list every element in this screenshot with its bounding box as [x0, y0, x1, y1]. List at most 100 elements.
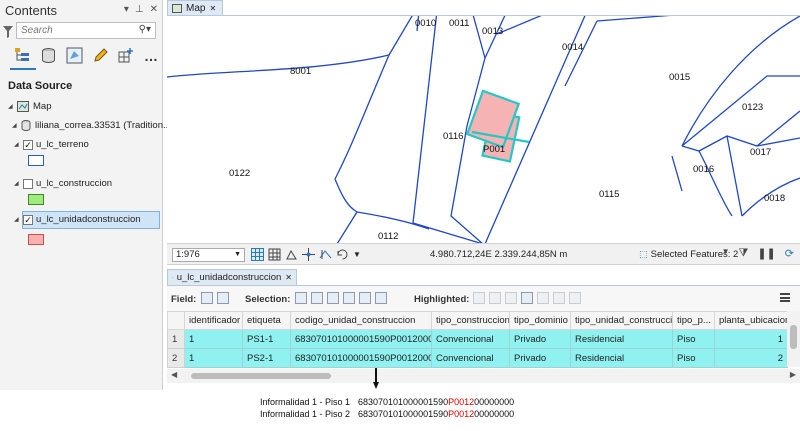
- chevron-down-icon[interactable]: ▼: [722, 247, 730, 260]
- table-grid-icon[interactable]: [268, 248, 281, 261]
- pane-options-icon[interactable]: ▾: [124, 4, 129, 15]
- more-icon[interactable]: …: [144, 48, 158, 64]
- pause-icon[interactable]: ❚❚: [757, 247, 775, 260]
- chevron-down-icon[interactable]: ▼: [234, 249, 241, 261]
- map-view[interactable]: 0010 0011 0013 8001 0014 0015 0123 0116 …: [167, 15, 800, 243]
- column-header[interactable]: tipo_construccion: [431, 311, 510, 330]
- highlight-switch-icon[interactable]: [505, 292, 517, 304]
- zoom-to-selection-icon[interactable]: [311, 292, 323, 304]
- tab-map[interactable]: Map ✕: [167, 0, 223, 15]
- layer-visibility-checkbox[interactable]: ✓: [23, 139, 33, 150]
- highlight-zoom-icon[interactable]: [473, 292, 485, 304]
- copy-selection-icon[interactable]: [375, 292, 387, 304]
- calculate-field-icon[interactable]: [217, 292, 229, 304]
- column-header[interactable]: etiqueta: [242, 311, 291, 330]
- table-cell[interactable]: Piso: [672, 348, 715, 368]
- layer-symbol-swatch[interactable]: [28, 194, 44, 205]
- connection-node[interactable]: ◢ liliana_correa.33531 (Tradition...: [12, 120, 171, 131]
- parcel-label: 0011: [449, 18, 469, 29]
- column-header[interactable]: tipo_dominio: [509, 311, 571, 330]
- collapse-triangle-icon[interactable]: ◢: [12, 122, 18, 129]
- layer-symbol-swatch[interactable]: [28, 234, 44, 245]
- tab-attribute-table[interactable]: u_lc_unidadconstruccion ✕: [167, 269, 297, 285]
- highlight-copy-icon[interactable]: [569, 292, 581, 304]
- snap-icon[interactable]: [285, 248, 298, 261]
- map-node[interactable]: ◢ Map: [8, 101, 51, 112]
- constraint-icon[interactable]: [319, 248, 332, 261]
- search-input[interactable]: Search ⚲▾: [16, 22, 156, 39]
- table-cell[interactable]: Convencional: [431, 348, 510, 368]
- list-by-drawing-order-icon[interactable]: [14, 47, 31, 64]
- refresh-mode-icon[interactable]: [336, 248, 349, 261]
- table-row[interactable]: 1 1 PS1-1 683070101000001590P00120000000…: [167, 329, 788, 349]
- collapse-triangle-icon[interactable]: ◢: [14, 141, 20, 148]
- collapse-triangle-icon[interactable]: ◢: [8, 103, 14, 110]
- layer-u-lc-unidadconstruccion[interactable]: ◢ ✓ u_lc_unidadconstruccion: [14, 214, 141, 225]
- row-number[interactable]: 1: [167, 329, 185, 349]
- row-number[interactable]: 2: [167, 348, 185, 368]
- pin-icon[interactable]: ⊥: [135, 4, 144, 15]
- layer-u-lc-construccion[interactable]: ◢ u_lc_construccion: [14, 178, 112, 189]
- vertical-scrollbar[interactable]: [787, 311, 800, 367]
- column-header[interactable]: identificador: [184, 311, 243, 330]
- list-by-selection-icon[interactable]: [66, 47, 83, 64]
- table-cell[interactable]: Convencional: [431, 329, 510, 349]
- scrollbar-thumb[interactable]: [790, 325, 797, 349]
- refresh-icon[interactable]: ⟳: [785, 247, 794, 260]
- highlight-pan-icon[interactable]: [489, 292, 501, 304]
- layer-visibility-checkbox[interactable]: [23, 178, 33, 189]
- connection-label: liliana_correa.33531 (Tradition...: [35, 120, 171, 131]
- table-cell[interactable]: 683070101000001590P001200000000: [290, 348, 432, 368]
- table-cell[interactable]: 683070101000001590P001200000000: [290, 329, 432, 349]
- table-cell[interactable]: Privado: [509, 348, 571, 368]
- column-header[interactable]: tipo_unidad_construcci...: [570, 311, 673, 330]
- highlight-unselect-icon[interactable]: [521, 292, 533, 304]
- scroll-left-icon[interactable]: ◀: [171, 370, 177, 379]
- table-cell[interactable]: Residencial: [570, 329, 673, 349]
- table-cell[interactable]: PS1-1: [242, 329, 291, 349]
- table-cell[interactable]: 1: [714, 329, 788, 349]
- close-icon[interactable]: ✕: [150, 4, 158, 15]
- filter-icon[interactable]: ⧩: [739, 247, 749, 260]
- chevron-down-icon[interactable]: ▼: [353, 248, 361, 261]
- table-cell[interactable]: 2: [714, 348, 788, 368]
- table-cell[interactable]: 1: [184, 348, 243, 368]
- close-icon[interactable]: ✕: [285, 273, 292, 282]
- layer-visibility-checkbox[interactable]: ✓: [23, 214, 33, 225]
- delete-selection-icon[interactable]: [359, 292, 371, 304]
- select-by-attributes-icon[interactable]: [295, 292, 307, 304]
- highlight-delete-icon[interactable]: [553, 292, 565, 304]
- close-icon[interactable]: ✕: [209, 4, 216, 13]
- search-icon[interactable]: ⚲▾: [139, 24, 151, 35]
- column-header[interactable]: tipo_p...: [672, 311, 715, 330]
- column-header[interactable]: planta_ubicacion: [714, 311, 788, 330]
- selection-label: Selection:: [245, 294, 291, 305]
- switch-selection-icon[interactable]: [327, 292, 339, 304]
- table-cell[interactable]: Piso: [672, 329, 715, 349]
- table-menu-icon[interactable]: [780, 293, 790, 302]
- filter-icon[interactable]: [3, 26, 13, 38]
- add-field-icon[interactable]: [201, 292, 213, 304]
- table-row[interactable]: 2 1 PS2-1 683070101000001590P00120000000…: [167, 348, 788, 368]
- table-cell[interactable]: 1: [184, 329, 243, 349]
- scrollbar-thumb[interactable]: [191, 373, 331, 379]
- table-cell[interactable]: Residencial: [570, 348, 673, 368]
- list-by-data-source-icon[interactable]: [40, 47, 57, 64]
- collapse-triangle-icon[interactable]: ◢: [14, 216, 20, 223]
- scroll-right-icon[interactable]: ▶: [790, 370, 796, 379]
- scale-dropdown[interactable]: 1:976 ▼: [172, 248, 245, 262]
- highlight-reselect-icon[interactable]: [537, 292, 549, 304]
- list-by-snapping-icon[interactable]: [118, 47, 135, 64]
- clear-selection-icon[interactable]: [343, 292, 355, 304]
- layer-symbol-swatch[interactable]: [28, 155, 44, 166]
- horizontal-scrollbar[interactable]: ◀ ▶: [167, 369, 800, 383]
- map-canvas[interactable]: 0010 0011 0013 8001 0014 0015 0123 0116 …: [167, 16, 800, 243]
- list-by-editing-icon[interactable]: [92, 47, 109, 64]
- table-cell[interactable]: Privado: [509, 329, 571, 349]
- table-cell[interactable]: PS2-1: [242, 348, 291, 368]
- grid-icon[interactable]: [251, 248, 264, 261]
- layer-u-lc-terreno[interactable]: ◢ ✓ u_lc_terreno: [14, 139, 89, 150]
- pan-icon[interactable]: [302, 248, 315, 261]
- collapse-triangle-icon[interactable]: ◢: [14, 180, 20, 187]
- column-header[interactable]: codigo_unidad_construccion: [290, 311, 432, 330]
